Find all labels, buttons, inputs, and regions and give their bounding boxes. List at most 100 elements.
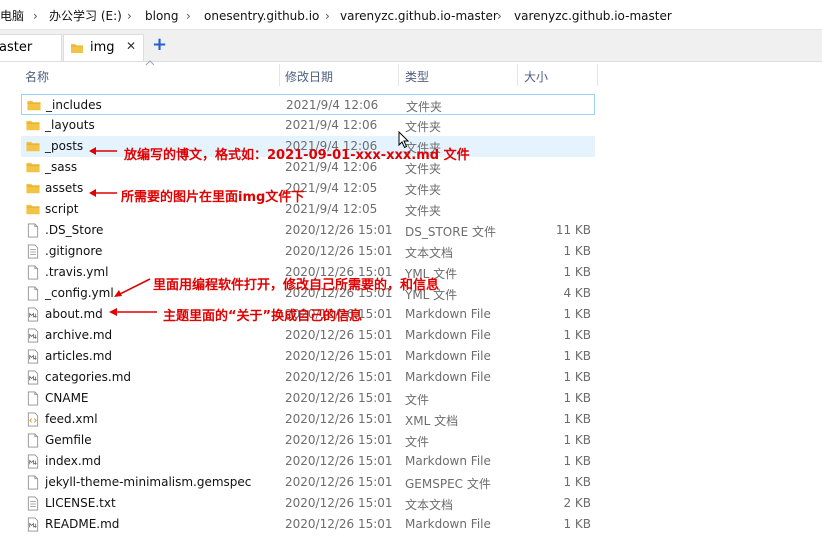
file-name: _layouts <box>45 118 95 132</box>
column-header-size[interactable]: 大小 <box>524 68 548 85</box>
file-row[interactable]: LICENSE.txt 2020/12/26 15:01 文本文档 2 KB <box>21 493 595 514</box>
column-divider[interactable] <box>517 64 518 86</box>
file-size: 1 KB <box>563 433 591 447</box>
file-modified-date: 2020/12/26 15:01 <box>285 244 393 258</box>
tab-img[interactable]: img ✕ <box>63 34 144 61</box>
file-size: 1 KB <box>563 370 591 384</box>
file-list: 名称 修改日期 类型 大小 _includes 2021/9/4 12:06 文件夹… <box>0 60 822 548</box>
file-modified-date: 2020/12/26 15:01 <box>285 391 393 405</box>
file-name: LICENSE.txt <box>45 496 116 510</box>
file-name: README.md <box>45 517 120 531</box>
markdown-file-icon <box>27 370 39 385</box>
add-tab-button[interactable]: + <box>152 34 167 56</box>
file-icon <box>27 286 39 301</box>
file-name: archive.md <box>45 328 113 342</box>
tab-master[interactable]: aster <box>0 34 62 61</box>
folder-icon <box>71 44 83 53</box>
file-row[interactable]: Gemfile 2020/12/26 15:01 文件 1 KB <box>21 430 595 451</box>
file-row[interactable]: _layouts 2021/9/4 12:06 文件夹 <box>21 115 595 136</box>
annotation-arrow-icon <box>109 308 157 316</box>
file-name: CNAME <box>45 391 89 405</box>
file-name: _sass <box>45 160 78 174</box>
file-type: Markdown File <box>405 454 491 468</box>
file-size: 1 KB <box>563 244 591 258</box>
breadcrumb-master-parent[interactable]: varenyzc.github.io-master <box>340 8 498 24</box>
file-size: 1 KB <box>563 454 591 468</box>
column-divider[interactable] <box>279 64 280 86</box>
sort-chevron-icon[interactable] <box>145 60 155 66</box>
file-size: 1 KB <box>563 517 591 531</box>
file-row[interactable]: jekyll-theme-minimalism.gemspec 2020/12/2… <box>21 472 595 493</box>
breadcrumb-separator-icon[interactable]: › <box>127 8 132 24</box>
file-size: 1 KB <box>563 475 591 489</box>
file-modified-date: 2021/9/4 12:06 <box>285 118 378 132</box>
file-row[interactable]: CNAME 2020/12/26 15:01 文件 1 KB <box>21 388 595 409</box>
file-name: articles.md <box>45 349 113 363</box>
file-row[interactable]: script 2021/9/4 12:05 文件夹 <box>21 199 595 220</box>
file-type: Markdown File <box>405 370 491 384</box>
file-row[interactable]: .DS_Store 2020/12/26 15:01 DS_STORE 文件 11 K… <box>21 220 595 241</box>
tab-master-label: aster <box>0 40 33 55</box>
file-name: script <box>45 202 79 216</box>
file-row[interactable]: .gitignore 2020/12/26 15:01 文本文档 1 KB <box>21 241 595 262</box>
file-row[interactable]: categories.md 2020/12/26 15:01 Markdown Fi… <box>21 367 595 388</box>
file-type: GEMSPEC 文件 <box>405 477 491 491</box>
column-header-date[interactable]: 修改日期 <box>285 68 333 85</box>
markdown-file-icon <box>27 349 39 364</box>
file-name: assets <box>45 181 84 195</box>
file-modified-date: 2020/12/26 15:01 <box>285 475 393 489</box>
file-icon <box>27 433 39 448</box>
file-modified-date: 2020/12/26 15:01 <box>285 433 393 447</box>
column-header-type[interactable]: 类型 <box>405 68 429 85</box>
file-icon <box>27 391 39 406</box>
file-type: 文本文档 <box>405 498 454 512</box>
file-modified-date: 2020/12/26 15:01 <box>285 517 393 531</box>
file-size: 1 KB <box>563 307 591 321</box>
file-type: 文件夹 <box>405 120 442 134</box>
breadcrumb-separator-icon[interactable]: › <box>497 8 502 24</box>
column-header-name[interactable]: 名称 <box>25 68 49 85</box>
file-name: categories.md <box>45 370 132 384</box>
file-row[interactable]: archive.md 2020/12/26 15:01 Markdown File 1… <box>21 325 595 346</box>
text-document-icon <box>27 496 39 511</box>
mouse-cursor-icon <box>398 131 410 149</box>
breadcrumb-drive[interactable]: 办公学习 (E:) <box>49 8 122 24</box>
breadcrumb-blong[interactable]: blong <box>145 8 179 24</box>
file-modified-date: 2020/12/26 15:01 <box>285 412 393 426</box>
breadcrumb-master-current[interactable]: varenyzc.github.io-master <box>514 8 672 24</box>
file-type: DS_STORE 文件 <box>405 225 496 239</box>
file-name: Gemfile <box>45 433 92 447</box>
file-row[interactable]: articles.md 2020/12/26 15:01 Markdown File… <box>21 346 595 367</box>
file-row[interactable]: feed.xml 2020/12/26 15:01 XML 文档 1 KB <box>21 409 595 430</box>
folder-icon <box>26 141 40 152</box>
file-size: 1 KB <box>563 349 591 363</box>
file-type: Markdown File <box>405 517 491 531</box>
file-name: _includes <box>46 98 102 112</box>
file-size: 2 KB <box>563 496 591 510</box>
file-name: .DS_Store <box>45 223 104 237</box>
breadcrumb-separator-icon[interactable]: › <box>33 8 38 24</box>
tab-bar: aster img ✕ + <box>0 30 822 62</box>
annotation-posts: 放编写的博文，格式如：2021-09-01-xxx-xxx.md 文件 <box>124 148 470 163</box>
breadcrumb-computer[interactable]: 电脑 <box>0 8 24 24</box>
file-row[interactable]: index.md 2020/12/26 15:01 Markdown File 1 K… <box>21 451 595 472</box>
breadcrumb-separator-icon[interactable]: › <box>186 8 191 24</box>
column-divider[interactable] <box>398 64 399 86</box>
annotation-about: 主题里面的“关于”换成自己的信息 <box>163 309 363 324</box>
close-icon[interactable]: ✕ <box>126 39 136 53</box>
file-name: feed.xml <box>45 412 98 426</box>
folder-icon <box>27 100 41 111</box>
file-size: 1 KB <box>563 391 591 405</box>
markdown-file-icon <box>27 307 39 322</box>
breadcrumb-onesentry[interactable]: onesentry.github.io <box>204 8 319 24</box>
file-modified-date: 2020/12/26 15:01 <box>285 496 393 510</box>
file-modified-date: 2020/12/26 15:01 <box>285 223 393 237</box>
file-size: 4 KB <box>563 286 591 300</box>
file-type: Markdown File <box>405 328 491 342</box>
column-divider[interactable] <box>597 64 598 86</box>
address-bar[interactable]: 电脑 › 办公学习 (E:) › blong › onesentry.githu… <box>0 0 822 30</box>
file-row[interactable]: _includes 2021/9/4 12:06 文件夹 <box>21 94 595 115</box>
file-row[interactable]: README.md 2020/12/26 15:01 Markdown File 1 … <box>21 514 595 535</box>
breadcrumb-separator-icon[interactable]: › <box>325 8 330 24</box>
file-size: 1 KB <box>563 265 591 279</box>
